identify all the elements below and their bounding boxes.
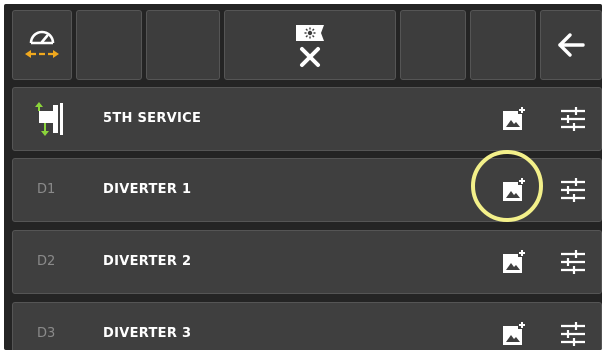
row-code: D3 [37, 326, 56, 341]
sliders-icon[interactable] [559, 105, 587, 133]
toolbar-slot-5[interactable] [400, 10, 466, 80]
row-label: DIVERTER 3 [103, 326, 192, 341]
list-item-diverter-2[interactable]: D2 DIVERTER 2 [12, 230, 602, 294]
sliders-icon[interactable] [559, 248, 587, 276]
display-screen: 5TH SERVICE D1 DIVERTER 1 D2 DIVERTER 2 … [4, 4, 602, 350]
toolbar-slot-6[interactable] [470, 10, 536, 80]
back-button[interactable] [540, 10, 602, 80]
toolbar-slot-3[interactable] [146, 10, 220, 80]
add-image-icon[interactable] [501, 177, 527, 203]
hydraulic-valve-icon [35, 102, 63, 136]
list-item-diverter-1[interactable]: D1 DIVERTER 1 [12, 158, 602, 222]
row-label: DIVERTER 1 [103, 182, 192, 197]
sliders-icon[interactable] [559, 320, 587, 348]
top-toolbar [12, 10, 602, 80]
row-label: 5TH SERVICE [103, 111, 202, 126]
row-label: DIVERTER 2 [103, 254, 192, 269]
list-item-5th-service[interactable]: 5TH SERVICE [12, 87, 602, 151]
light-off-icon [296, 25, 324, 67]
add-image-icon[interactable] [501, 106, 527, 132]
sliders-icon[interactable] [559, 176, 587, 204]
gauge-flow-icon [25, 30, 59, 58]
row-code: D1 [37, 182, 56, 197]
arrow-left-icon [558, 33, 585, 57]
speed-flow-button[interactable] [12, 10, 72, 80]
work-light-off-button[interactable] [224, 10, 396, 80]
add-image-icon[interactable] [501, 321, 527, 347]
toolbar-slot-2[interactable] [76, 10, 142, 80]
row-code: D2 [37, 254, 56, 269]
list-item-diverter-3[interactable]: D3 DIVERTER 3 [12, 302, 602, 350]
add-image-icon[interactable] [501, 249, 527, 275]
